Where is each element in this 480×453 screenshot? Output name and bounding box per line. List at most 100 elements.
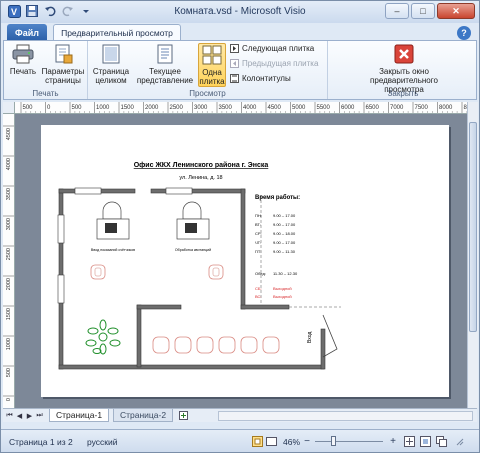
desk-2: Обработка квитанций [175, 201, 211, 252]
horizontal-scrollbar[interactable] [218, 411, 473, 421]
schedule-day: ЧТ: [255, 240, 261, 245]
ruler-label: 6000 [341, 105, 355, 111]
page-info[interactable]: Страница 1 из 2 [9, 437, 73, 447]
ruler-label: 1500 [6, 308, 12, 320]
zoom-level[interactable]: 46% [283, 437, 300, 447]
minimize-button[interactable]: – [385, 3, 409, 19]
headers-icon [230, 74, 239, 83]
next-tile-icon [230, 44, 239, 53]
group-print-label: Печать [32, 89, 59, 98]
print-button[interactable]: Печать [8, 43, 38, 76]
desk1-label: Ввод показаний счётчиков [91, 248, 135, 252]
ruler-label: 500 [6, 368, 12, 377]
ruler-label: 2500 [6, 248, 12, 260]
prev-tile-label: Предыдущая плитка [242, 59, 319, 68]
close-button[interactable]: ✕ [437, 3, 475, 19]
ruler-label: 500 [23, 105, 34, 111]
ruler-label: 0 [47, 105, 51, 111]
ruler-label: 2000 [145, 105, 159, 111]
lunch-hours: 11.30 – 12.30 [273, 271, 298, 276]
current-view-icon [153, 43, 177, 65]
drawing-address: ул. Ленина, д. 18 [179, 175, 222, 181]
close-preview-button[interactable]: Закрыть окно предварительного просмотра [356, 43, 452, 94]
single-tile-label: Одна плитка [199, 68, 225, 86]
presentation-mode-icon[interactable] [265, 435, 277, 447]
fit-page-icon[interactable] [403, 435, 415, 447]
schedule-title: Время работы: [255, 194, 300, 201]
tab-print-preview[interactable]: Предварительный просмотр [53, 24, 181, 41]
group-print: Печать Параметры страницы Печать [4, 41, 88, 99]
full-screen-view-icon[interactable] [251, 435, 263, 447]
vertical-scrollbar[interactable] [467, 102, 478, 408]
schedule-hours: 9.00 – 11.30 [273, 249, 296, 254]
print-label: Печать [9, 67, 37, 76]
weekend-list: СБ: Выходной ВС: Выходной [255, 286, 292, 299]
lunch-label: Обед: [255, 271, 266, 276]
ruler-label: 5500 [317, 105, 331, 111]
maximize-button[interactable]: □ [411, 3, 435, 19]
tab-page-1[interactable]: Страница-1 [49, 409, 110, 422]
ruler-label: 4500 [6, 128, 12, 140]
ribbon: Печать Параметры страницы Печать Страниц… [3, 40, 477, 100]
next-tile-label: Следующая плитка [242, 44, 315, 53]
group-close-label: Закрыть [387, 89, 419, 98]
page-setup-button[interactable]: Параметры страницы [40, 43, 86, 85]
group-view: Страница целиком Текущее представление О… [88, 41, 328, 99]
drawing-canvas[interactable]: Офис ЖКХ Ленинского района г. Энска ул. … [15, 114, 467, 408]
ruler-label: 1000 [6, 338, 12, 350]
ruler-label: 500 [72, 105, 83, 111]
schedule-hours: 9.00 – 17.00 [273, 222, 296, 227]
ruler-corner [3, 102, 15, 114]
language-indicator[interactable]: русский [87, 437, 118, 447]
desk-1: Ввод показаний счётчиков [91, 201, 135, 252]
preview-page: Офис ЖКХ Ленинского района г. Энска ул. … [41, 125, 449, 397]
vertical-ruler[interactable]: 4500 4000 3500 3000 2500 2000 1500 1000 500 0 [3, 114, 15, 408]
zoom-slider[interactable] [315, 441, 383, 442]
whole-page-icon [99, 43, 123, 65]
ruler-label: 3000 [194, 105, 208, 111]
window-controls: – □ ✕ [385, 3, 475, 19]
ribbon-tabs: Файл Предварительный просмотр ? [1, 23, 479, 41]
pan-zoom-icon[interactable] [419, 435, 431, 447]
switch-windows-icon[interactable] [435, 435, 447, 447]
zoom-in-icon[interactable]: + [387, 435, 399, 447]
ruler-label: 1000 [96, 105, 110, 111]
weekend-day: ВС: [255, 294, 262, 299]
headers-label: Колонтитулы [242, 74, 291, 83]
schedule-hours: 9.00 – 17.00 [273, 213, 296, 218]
current-view-button[interactable]: Текущее представление [134, 43, 196, 85]
zoom-slider-knob[interactable] [331, 436, 336, 446]
vertical-scroll-thumb[interactable] [469, 122, 477, 332]
help-icon[interactable]: ? [457, 26, 471, 40]
schedule-day: ПН: [255, 213, 262, 218]
tab-page-2[interactable]: Страница-2 [113, 409, 174, 422]
ruler-label: 7500 [415, 105, 429, 111]
title-bar: V Комната.vsd - Microsoft Visio – □ ✕ [1, 1, 479, 23]
headers-toggle[interactable]: Колонтитулы [230, 74, 291, 83]
whole-page-button[interactable]: Страница целиком [92, 43, 130, 85]
ruler-label: 7000 [390, 105, 404, 111]
prev-page-icon[interactable]: ◀ [15, 411, 24, 420]
ruler-label: 6500 [366, 105, 380, 111]
zoom-out-icon[interactable]: − [301, 435, 313, 447]
insert-page-icon[interactable] [179, 411, 188, 420]
last-page-icon[interactable]: ⏭ [35, 411, 44, 420]
weekend-text: Выходной [273, 294, 292, 299]
tab-file[interactable]: Файл [7, 24, 47, 41]
single-tile-button[interactable]: Одна плитка [198, 43, 226, 87]
ruler-label: 3500 [219, 105, 233, 111]
visio-window: V Комната.vsd - Microsoft Visio – □ ✕ Фа… [0, 0, 480, 453]
weekend-day: СБ: [255, 286, 262, 291]
prev-tile-button[interactable]: Предыдущая плитка [230, 59, 318, 68]
group-close: Закрыть окно предварительного просмотра … [328, 41, 478, 99]
first-page-icon[interactable]: ⏮ [5, 411, 14, 420]
next-page-icon[interactable]: ▶ [25, 411, 34, 420]
ruler-label: 5000 [292, 105, 306, 111]
resize-grip-icon[interactable] [453, 435, 465, 447]
page-setup-label: Параметры страницы [41, 67, 85, 85]
plant-icon [85, 319, 121, 355]
schedule-hours: 9.00 – 18.00 [273, 231, 296, 236]
next-tile-button[interactable]: Следующая плитка [230, 44, 314, 53]
horizontal-ruler[interactable]: 500 0 500 1000 1500 2000 2500 3000 3500 4000 4500 5… [15, 102, 467, 114]
page-setup-icon [51, 43, 75, 65]
